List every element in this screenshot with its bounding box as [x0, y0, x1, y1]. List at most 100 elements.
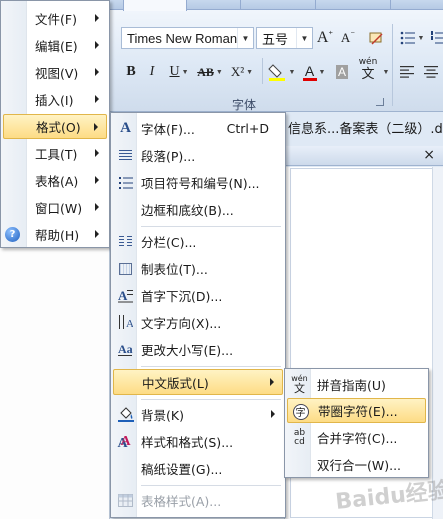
menu-item-phonetic-guide[interactable]: wén 文 拼音指南(U) [287, 372, 426, 397]
change-case-icon: Aa [117, 341, 134, 358]
menu-separator [141, 485, 281, 486]
menu-item-label: 编辑(E) [35, 39, 78, 54]
font-name-combo[interactable]: Times New Roman ▼ [121, 27, 254, 49]
menu-item-label: 视图(V) [35, 66, 79, 81]
phonetic-guide-dropdown[interactable]: ▼ [380, 61, 390, 83]
menu-item-enclosed-characters[interactable]: 字 带圈字符(E)... [287, 398, 426, 423]
font-icon: A [120, 120, 131, 136]
phonetic-guide-button[interactable]: wén 文 [356, 58, 380, 81]
shrink-font-button[interactable]: A ⁻ [338, 27, 358, 49]
menu-item-edit[interactable]: 编辑(E) [3, 33, 107, 58]
document-title: 信息系...备案表（二级）.doc [288, 121, 443, 137]
menu-item-label: 分栏(C)... [141, 235, 197, 250]
close-icon[interactable]: × [423, 147, 435, 163]
submenu-arrow-icon [95, 176, 99, 184]
bold-button[interactable]: B [124, 61, 138, 83]
underline-button[interactable]: U ▼ [166, 61, 192, 83]
shrink-font-icon: A [340, 30, 351, 45]
help-icon: ? [4, 226, 21, 243]
submenu-arrow-icon [95, 14, 99, 22]
menu-item-tabs[interactable]: 制表位(T)... [113, 256, 283, 281]
align-center-icon [424, 66, 438, 78]
underline-icon: U [169, 64, 180, 79]
ribbon-tab-divider [315, 0, 316, 10]
bullets-icon [400, 31, 415, 45]
menu-item-change-case[interactable]: Aa 更改大小写(E)... [113, 337, 283, 362]
main-menu: 文件(F) 编辑(E) 视图(V) 插入(I) 格式(O) 工具(T) 表格(A… [0, 0, 110, 248]
menu-item-label: 格式(O) [36, 120, 81, 135]
menu-item-styles-formatting[interactable]: A 样式和格式(S)... [113, 429, 283, 454]
font-size-value: 五号 [262, 31, 289, 47]
submenu-arrow-icon [95, 203, 99, 211]
font-color-button[interactable]: A ▼ [300, 61, 328, 83]
menu-item-help[interactable]: ? 帮助(H) [3, 222, 107, 247]
paragraph-icon [117, 147, 134, 164]
menu-item-label: 首字下沉(D)... [141, 289, 223, 304]
menu-item-label: 背景(K) [141, 408, 184, 423]
align-left-icon [400, 66, 414, 78]
menu-item-table[interactable]: 表格(A) [3, 168, 107, 193]
menu-item-view[interactable]: 视图(V) [3, 60, 107, 85]
highlight-button[interactable]: ▼ [266, 61, 296, 83]
menu-item-window[interactable]: 窗口(W) [3, 195, 107, 220]
menu-item-table-style: 表格样式(A)... [113, 488, 283, 513]
document-left-area [0, 248, 110, 519]
menu-item-tools[interactable]: 工具(T) [3, 141, 107, 166]
font-size-combo[interactable]: 五号 ▼ [256, 27, 313, 49]
menu-item-text-direction[interactable]: A 文字方向(X)... [113, 310, 283, 335]
menu-item-two-lines-in-one[interactable]: 双行合一(W)... [287, 452, 426, 477]
font-color-icon: A [304, 62, 315, 79]
menu-item-bullets-numbering[interactable]: 项目符号和编号(N)... [113, 170, 283, 195]
clear-format-icon [369, 32, 383, 45]
chevron-down-icon[interactable]: ▼ [296, 28, 312, 48]
menu-item-label: 带圈字符(E)... [318, 404, 398, 419]
italic-button[interactable]: I [145, 61, 159, 83]
menu-item-label: 文件(F) [35, 12, 77, 27]
menu-item-format[interactable]: 格式(O) [3, 114, 107, 139]
tab-stops-icon [117, 260, 134, 277]
chevron-down-icon[interactable]: ▼ [237, 28, 253, 48]
menu-item-label: 双行合一(W)... [317, 458, 402, 473]
menu-item-label: 样式和格式(S)... [141, 435, 234, 450]
paint-bucket-icon [117, 406, 134, 423]
grow-font-button[interactable]: A ⁺ [315, 27, 335, 49]
font-name-value: Times New Roman [127, 30, 238, 46]
submenu-arrow-icon [95, 95, 99, 103]
strikethrough-icon: AB [197, 64, 214, 79]
strikethrough-button[interactable]: AB ▼ [196, 61, 224, 83]
submenu-arrow-icon [95, 68, 99, 76]
bullets-button[interactable]: ▼ [398, 27, 426, 49]
columns-icon [117, 233, 134, 250]
menu-item-label: 中文版式(L) [142, 375, 209, 391]
menu-item-insert[interactable]: 插入(I) [3, 87, 107, 112]
task-pane-scrollbar[interactable] [432, 167, 443, 519]
font-group-label: 字体 [232, 98, 257, 112]
menu-item-file[interactable]: 文件(F) [3, 6, 107, 31]
menu-item-label: 段落(P)... [141, 149, 196, 164]
submenu-arrow-icon [95, 41, 99, 49]
menu-item-chinese-layout[interactable]: 中文版式(L) [113, 369, 283, 395]
font-dialog-launcher[interactable] [376, 98, 384, 106]
enclosed-character-icon: 字 [292, 403, 309, 420]
superscript-button[interactable]: X² ▼ [229, 61, 255, 83]
menu-item-background[interactable]: 背景(K) [113, 402, 283, 427]
menu-item-label: 更改大小写(E)... [141, 343, 234, 358]
ribbon-tab-divider [240, 0, 241, 10]
menu-separator [141, 399, 281, 400]
align-center-button[interactable] [422, 61, 440, 83]
clear-format-button[interactable] [366, 27, 386, 49]
menu-item-combine-characters[interactable]: ab cd 合并字符(C)... [287, 425, 426, 450]
combine-characters-icon: ab cd [293, 427, 306, 447]
menu-item-font[interactable]: A 字体(F)... Ctrl+D [113, 116, 283, 141]
ribbon-tab-active[interactable] [123, 0, 187, 11]
numbering-button[interactable] [430, 27, 443, 49]
menu-item-drop-cap[interactable]: A 首字下沉(D)... [113, 283, 283, 308]
character-shading-button[interactable]: A [333, 61, 351, 83]
menu-item-columns[interactable]: 分栏(C)... [113, 229, 283, 254]
menu-item-manuscript-settings[interactable]: 稿纸设置(G)... [113, 456, 283, 481]
menu-separator [141, 226, 281, 227]
menu-item-borders-shading[interactable]: 边框和底纹(B)... [113, 197, 283, 222]
menu-item-label: 帮助(H) [35, 228, 80, 243]
align-left-button[interactable] [398, 61, 416, 83]
menu-item-paragraph[interactable]: 段落(P)... [113, 143, 283, 168]
